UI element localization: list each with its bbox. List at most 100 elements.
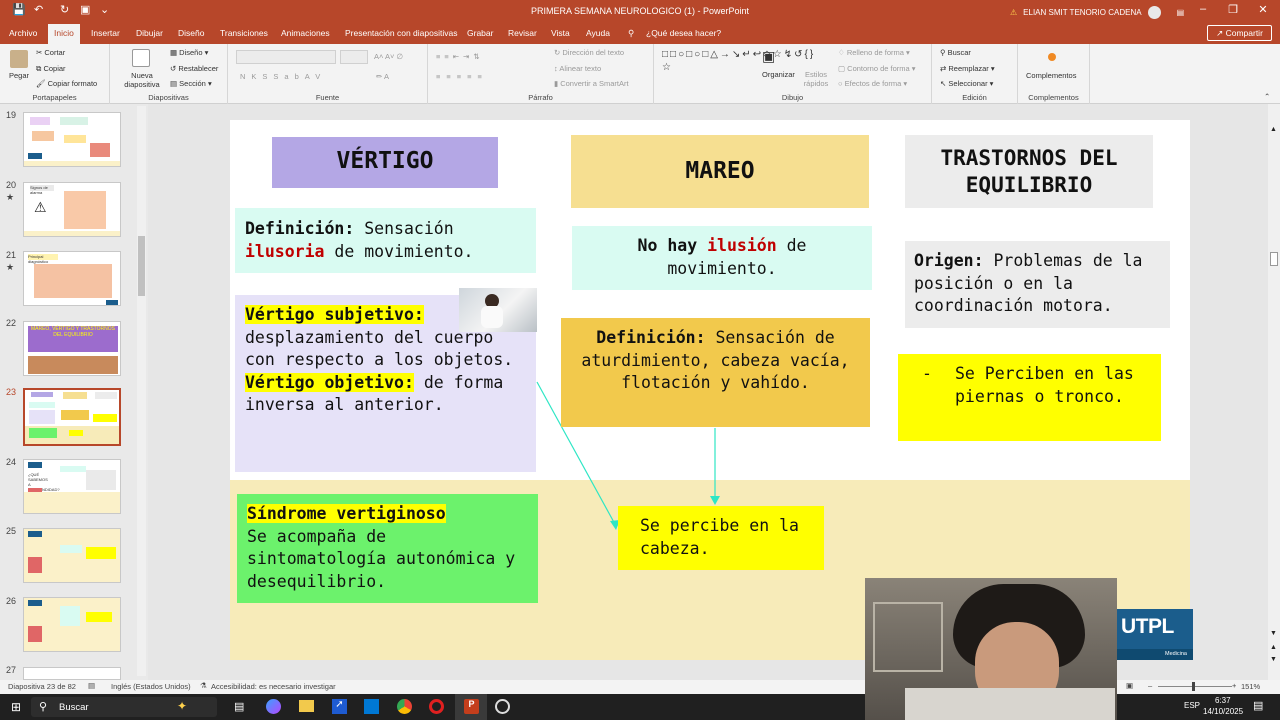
zoom-slider[interactable] [1158,686,1232,687]
tab-archivo[interactable]: Archivo [9,28,37,38]
tab-vista[interactable]: Vista [551,28,570,38]
font-color-buttons[interactable]: ✏ A [376,72,389,81]
scroll-down-icon[interactable]: ▼ [1270,630,1277,637]
close-icon[interactable]: ✕ [1251,3,1275,16]
tab-diseno[interactable]: Diseño [178,28,204,38]
tab-grabar[interactable]: Grabar [467,28,493,38]
slide-thumbnail-26[interactable] [23,597,121,652]
vertigo-definition[interactable]: Definición: Sensación ilusoria de movimi… [235,208,536,273]
slide-thumbnail-21[interactable]: Principal diagnóstico [23,251,121,306]
slide-thumbnail-24[interactable]: ¿QUÉ SABEMOS A PROFUNDIDAD? [23,459,121,514]
visual-studio-icon[interactable]: ➚ [332,699,347,714]
file-explorer-icon[interactable] [299,700,314,712]
vertigo-types[interactable]: Vértigo subjetivo: desplazamiento del cu… [235,288,537,472]
align-buttons[interactable]: ≡≡≡≡≡ [436,72,488,81]
spellcheck-icon[interactable]: ▤ [88,681,95,690]
reset-button[interactable]: ↺ Restablecer [170,64,218,73]
mareo-no-illusion[interactable]: No hay ilusión de movimiento. [572,226,872,290]
effects-button[interactable]: ○ Efectos de forma ▾ [838,79,907,88]
editor-scrollbar[interactable]: ▲ ▼ ▲ ▼ [1268,104,1280,680]
fill-button[interactable]: ♢ Relleno de forma ▾ [838,48,910,57]
copy-button[interactable]: ⧉ Copiar [36,64,66,74]
mareo-title[interactable]: MAREO [571,135,869,208]
smartart-button[interactable]: ▮ Convertir a SmartArt [554,79,629,88]
language-indicator[interactable]: ESP [1184,701,1200,710]
tell-me-search[interactable]: ¿Qué desea hacer? [646,28,721,38]
section-button[interactable]: ▤ Sección ▾ [170,79,212,88]
clock-time[interactable]: 6:37 [1215,696,1231,705]
share-button[interactable]: ↗ Compartir [1207,25,1272,41]
fit-slide-icon[interactable]: ▣ [1126,681,1133,690]
vertigo-syndrome[interactable]: Síndrome vertiginoso Se acompaña de sint… [237,494,538,603]
scrollbar-thumb[interactable] [138,236,145,296]
list-buttons[interactable]: ≡≡⇤⇥⇅ [436,52,484,61]
format-painter-button[interactable]: 🖌 Copiar formato [36,79,97,88]
font-size-select[interactable] [340,50,368,64]
zoom-in-icon[interactable]: + [1232,681,1236,690]
language-status[interactable]: Inglés (Estados Unidos) [111,682,191,691]
user-name[interactable]: ELIAN SMIT TENORIO CADENA [1023,8,1141,17]
obs-icon[interactable] [495,699,510,714]
new-slide-button[interactable]: Nueva diapositiva [118,71,166,89]
tab-transiciones[interactable]: Transiciones [220,28,268,38]
tab-inicio[interactable]: Inicio [48,24,80,44]
font-style-buttons[interactable]: NKSSabAV [240,72,326,81]
clock-date[interactable]: 14/10/2025 [1203,707,1243,716]
outline-button[interactable]: ▢ Contorno de forma ▾ [838,64,916,73]
windows-start-icon[interactable]: ⊞ [11,700,21,714]
opera-icon[interactable] [429,699,444,714]
align-text-button[interactable]: ↕ Alinear texto [554,64,601,73]
find-button[interactable]: ⚲ Buscar [940,48,971,57]
copilot-icon[interactable] [266,699,281,714]
avatar[interactable] [1147,6,1161,19]
trastornos-perception[interactable]: - Se Perciben en las piernas o tronco. [898,354,1161,441]
thumbnails-scrollbar[interactable] [137,106,146,676]
mareo-definition[interactable]: Definición: Sensación de aturdimiento, c… [561,318,870,427]
notifications-icon[interactable]: ▤ [1253,699,1263,712]
quick-styles-button[interactable]: Estilos rápidos [798,70,834,88]
zoom-out-icon[interactable]: – [1148,681,1152,690]
layout-button[interactable]: ▦ Diseño ▾ [170,48,208,57]
taskbar-search[interactable]: ⚲ Buscar ✦ [31,697,217,717]
addins-button[interactable]: Complementos [1026,71,1076,80]
zoom-slider-handle[interactable] [1192,682,1195,691]
scrollbar-thumb[interactable] [1270,252,1278,266]
tab-revisar[interactable]: Revisar [508,28,537,38]
slide-thumbnail-19[interactable] [23,112,121,167]
addins-icon[interactable] [1048,53,1056,61]
chrome-icon[interactable] [397,699,412,714]
tab-ayuda[interactable]: Ayuda [586,28,610,38]
accessibility-status[interactable]: Accesibilidad: es necesario investigar [211,682,336,691]
arrange-icon[interactable]: ▣ [762,48,775,65]
cut-button[interactable]: ✂ Cortar [36,48,65,57]
restore-icon[interactable]: ❐ [1221,3,1245,16]
powerpoint-taskbar-button[interactable]: P [455,694,487,720]
task-view-icon[interactable]: ▤ [234,700,244,713]
next-slide-icon[interactable]: ▼ [1270,656,1277,663]
previous-slide-icon[interactable]: ▲ [1270,644,1277,651]
tab-dibujar[interactable]: Dibujar [136,28,163,38]
text-direction-button[interactable]: ↻ Dirección del texto [554,48,624,57]
trastornos-title[interactable]: TRASTORNOS DEL EQUILIBRIO [905,135,1153,208]
shapes-gallery[interactable]: □□○□○□△→↘↵↩◇☆↯↺{}☆ [662,48,813,74]
new-slide-icon[interactable] [132,49,150,67]
slide-thumbnail-22[interactable]: MAREO, VÉRTIGO Y TRASTORNOS DEL EQUILIBR… [23,321,121,376]
mareo-perception[interactable]: Se percibe en la cabeza. [618,506,824,570]
minimize-icon[interactable]: – [1191,3,1215,15]
vertigo-title[interactable]: VÉRTIGO [272,137,498,188]
replace-button[interactable]: ⇄ Reemplazar ▾ [940,64,995,73]
scroll-up-icon[interactable]: ▲ [1270,126,1277,133]
ribbon-display-icon[interactable]: ▤ [1177,8,1185,17]
font-size-buttons[interactable]: A˄ A˅ ∅ [374,52,403,61]
slide-thumbnail-23[interactable] [23,388,121,446]
paste-icon[interactable] [10,50,28,68]
trastornos-origin[interactable]: Origen: Problemas de la posición o en la… [905,241,1170,328]
select-button[interactable]: ↖ Seleccionar ▾ [940,79,993,88]
tab-animaciones[interactable]: Animaciones [281,28,330,38]
tab-presentacion[interactable]: Presentación con diapositivas [345,28,457,38]
slide-thumbnail-20[interactable]: Signos de alarma ⚠ [23,182,121,237]
slide-thumbnail-27[interactable] [23,667,121,680]
zoom-level[interactable]: 151% [1241,682,1260,691]
warning-icon[interactable]: ⚠ [1010,8,1017,17]
tab-insertar[interactable]: Insertar [91,28,120,38]
